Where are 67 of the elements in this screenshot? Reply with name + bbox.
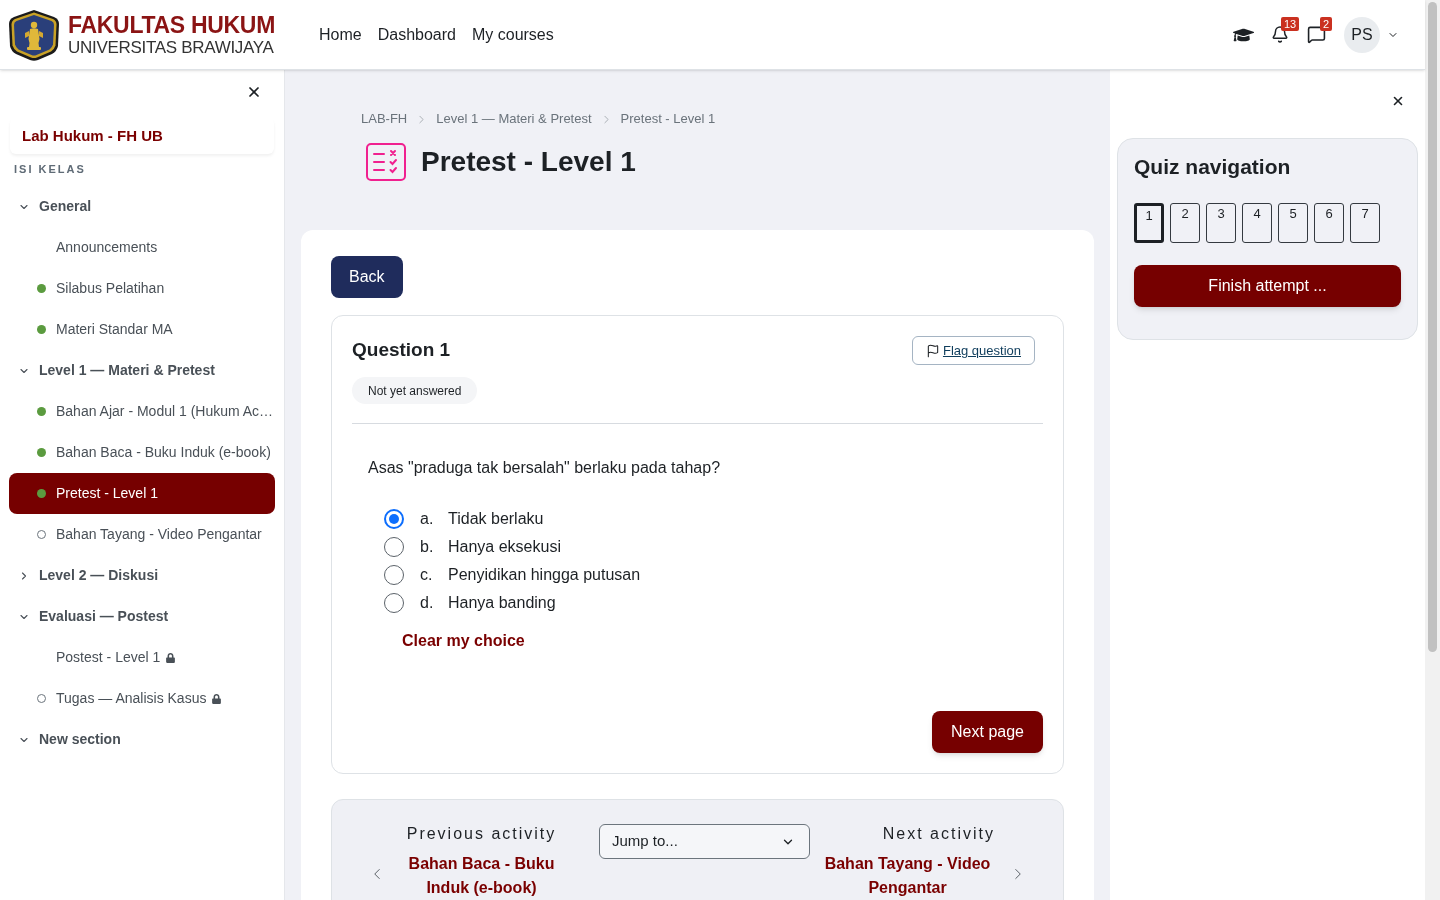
radio-button[interactable] [384,537,404,557]
question-number-button[interactable]: 7 [1350,203,1380,243]
section-link[interactable]: General [39,196,92,217]
sidebar-item[interactable]: Silabus Pelatihan [9,268,275,309]
sidebar-item[interactable]: Bahan Tayang - Video Pengantar [9,514,275,555]
close-icon[interactable] [246,84,262,100]
breadcrumb-link[interactable]: Level 1 — Materi & Pretest [436,110,592,128]
next-page-button[interactable]: Next page [932,711,1043,753]
previous-activity-label: Previous activity [406,824,557,844]
option-label[interactable]: Tidak berlaku [448,507,544,531]
option-label[interactable]: Penyidikan hingga putusan [448,563,641,587]
question-number-button[interactable]: 4 [1242,203,1272,243]
notification-count-badge: 13 [1281,17,1300,31]
sidebar-item[interactable]: Bahan Baca - Buku Induk (e-book) [9,432,275,473]
section-link[interactable]: Level 1 — Materi & Pretest [39,360,215,381]
flag-question-button[interactable]: Flag question [911,336,1035,365]
quiz-icon [366,143,406,181]
sidebar-item[interactable]: Tugas — Analisis Kasus [9,678,275,719]
previous-activity-link[interactable]: Bahan Baca - Buku Induk (e-book) [401,852,562,900]
option-letter: a. [420,509,435,529]
radio-button[interactable] [384,565,404,585]
question-text: Asas "praduga tak bersalah" berlaku pada tahap? [367,458,722,478]
option-letter: c. [420,565,434,585]
quiz-navigation-title: Quiz navigation [1134,154,1292,180]
emblem-logo [8,8,60,61]
radio-button[interactable] [384,593,404,613]
question-number-button[interactable]: 3 [1206,203,1236,243]
logo-title: FAKULTAS HUKUM [68,11,276,38]
section-link[interactable]: Level 2 — Diskusi [39,565,159,586]
user-avatar[interactable]: PS [1344,16,1380,53]
question-number-button[interactable]: 1 [1134,203,1164,243]
sidebar-item[interactable]: Postest - Level 1 [9,637,275,678]
course-title-card[interactable]: Lab Hukum - FH UB [10,118,274,154]
nav-link[interactable]: Dashboard [377,22,456,47]
jump-to-select[interactable]: Jump to... [599,824,810,859]
sidebar-item[interactable]: Pretest - Level 1 [9,473,275,514]
logo-subtitle: UNIVERSITAS BRAWIJAYA [68,37,275,58]
breadcrumb-link[interactable]: Pretest - Level 1 [620,110,716,128]
flag-icon [925,343,940,358]
page-title: Pretest - Level 1 [421,145,636,179]
option-letter: b. [420,537,435,557]
finish-attempt-button[interactable]: Finish attempt ... [1134,265,1401,307]
breadcrumb-link[interactable]: LAB-FH [361,110,408,128]
section-link[interactable]: Evaluasi — Postest [39,606,169,627]
question-number-button[interactable]: 5 [1278,203,1308,243]
option-label[interactable]: Hanya banding [448,591,556,615]
option-letter: d. [420,593,435,613]
next-activity-label: Next activity [882,824,995,844]
question-title: Question 1 [352,338,451,363]
next-activity-link[interactable]: Bahan Tayang - Video Pengantar [820,852,995,900]
section-link[interactable]: New section [39,729,121,750]
nav-link[interactable]: My courses [471,22,554,47]
clear-choice-link[interactable]: Clear my choice [402,629,525,653]
radio-button[interactable] [384,509,404,529]
close-icon[interactable] [1391,94,1405,108]
option-label[interactable]: Hanya eksekusi [448,535,561,559]
back-button[interactable]: Back [331,256,403,298]
question-status-pill: Not yet answered [352,377,478,404]
sidebar-item[interactable]: Bahan Ajar - Modul 1 (Hukum Ac… [9,391,275,432]
scrollbar[interactable] [1425,0,1440,900]
question-number-button[interactable]: 6 [1314,203,1344,243]
sidebar-item[interactable]: Materi Standar MA [9,309,275,350]
nav-link[interactable]: Home [319,22,362,47]
question-number-button[interactable]: 2 [1170,203,1200,243]
course-index-heading: ISI KELAS [14,162,87,176]
sidebar-item[interactable]: Announcements [9,227,275,268]
message-count-badge: 2 [1320,17,1333,31]
